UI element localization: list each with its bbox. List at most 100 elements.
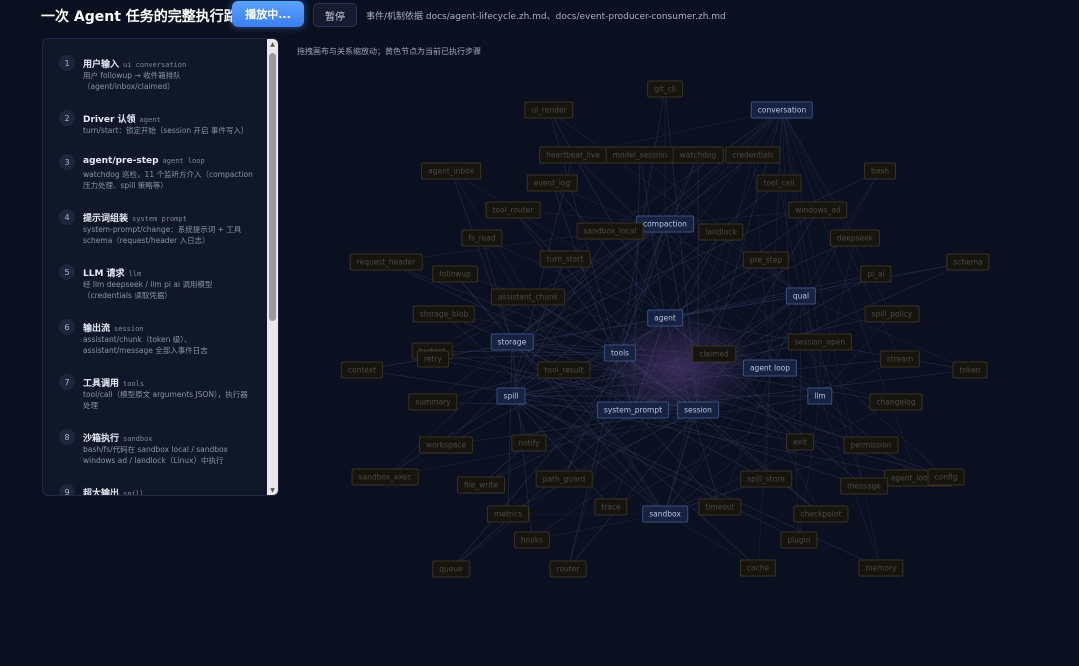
graph-node[interactable]: landlock [698,223,744,241]
graph-node[interactable]: system_prompt [596,401,670,419]
graph-node[interactable]: ui_render [524,101,574,119]
graph-node[interactable]: stream [879,350,921,368]
top-bar: 一次 Agent 任务的完整执行路径 播放中... 暂停 事件/机制依据 doc… [0,0,1079,32]
step-title-text: Driver 认领 [83,115,136,125]
step-title-text: 超大输出 [83,489,120,495]
graph-node[interactable]: git_cli [647,80,683,98]
graph-edge [632,154,641,411]
graph-node[interactable]: deepseek [829,229,881,247]
graph-node[interactable]: llm [807,387,833,405]
graph-node[interactable]: storage_blob [412,305,476,323]
step-tag: sandbox [123,435,153,443]
graph-node[interactable]: model_session [605,146,675,164]
step-description: tool/call（模型原文 arguments JSON），执行器处理 [83,390,248,410]
graph-node[interactable]: request_header [349,253,423,271]
graph-node[interactable]: storage [490,333,534,351]
graph-node[interactable]: message [840,477,888,495]
step-description: bash/fs/代码在 sandbox local / sandbox wind… [83,445,228,465]
graph-node[interactable]: conversation [750,101,814,119]
graph-node[interactable]: pi_ai [860,265,892,283]
scroll-down-icon[interactable]: ▼ [267,485,278,495]
graph-node[interactable]: qual [785,287,817,305]
step-tag: session [114,325,144,333]
step-tag: ui conversation [123,61,187,69]
graph-node[interactable]: sandbox [642,505,688,523]
graph-node[interactable]: bash [863,162,897,180]
graph-edge [563,367,771,371]
graph-node[interactable]: retry [417,350,449,368]
step-number: 5 [59,264,75,280]
step-number: 6 [59,319,75,335]
graph-node[interactable]: compaction [636,215,694,233]
graph-node[interactable]: timeout [698,498,742,516]
graph-node[interactable]: metrics [486,505,530,523]
play-button[interactable]: 播放中... [232,1,304,27]
graph-node[interactable]: queue [432,560,470,578]
graph-node[interactable]: memory [858,559,904,577]
step-description: 经 llm deepseek / llm pi ai 调用模型（credenti… [83,280,213,300]
graph-node[interactable]: changelog [869,393,923,411]
graph-node[interactable]: notify [511,434,547,452]
graph-node[interactable]: heartbeat_live [539,146,607,164]
graph-node[interactable]: hooks [513,531,551,549]
step-title: 输出流 session [83,321,144,334]
graph-node[interactable]: path_guard [535,470,593,488]
graph-node[interactable]: summary [408,393,458,411]
graph-node[interactable]: watchdog [672,146,724,164]
graph-node[interactable]: permission [843,436,899,454]
graph-node[interactable]: workspace [418,436,474,454]
graph-node[interactable]: claimed [692,345,736,363]
graph-node[interactable]: tool_router [485,201,541,219]
graph-node[interactable]: followup [432,265,478,283]
graph-node[interactable]: assistant_chunk [490,288,566,306]
pause-button[interactable]: 暂停 [313,3,357,27]
graph-node[interactable]: spill_store [740,470,792,488]
scroll-thumb[interactable] [269,53,276,321]
graph-node[interactable]: cache [739,559,777,577]
graph-node[interactable]: config [927,468,965,486]
graph-node[interactable]: tool_result [537,361,591,379]
graph-node[interactable]: exit [786,433,814,451]
step-number: 2 [59,110,75,126]
step-title: Driver 认领 agent [83,112,161,125]
graph-node[interactable]: spill [496,387,526,405]
graph-node[interactable]: agent [647,309,683,327]
step-title: 工具调用 tools [83,376,144,389]
graph-node[interactable]: router [549,560,587,578]
graph-node[interactable]: pre_step [742,251,790,269]
graph-node[interactable]: schema [946,253,990,271]
scroll-up-icon[interactable]: ▲ [267,39,278,49]
graph-node[interactable]: windows_ad [788,201,848,219]
graph-node[interactable]: sandbox_exec [351,468,419,486]
graph-node[interactable]: sandbox_local [576,222,644,240]
dependency-graph[interactable]: 拖拽画布与关系缩放动；黄色节点为当前已执行步骤 agent tools storag… [288,38,1044,666]
graph-node[interactable]: file_write [456,476,506,494]
graph-node[interactable]: checkpoint [793,505,849,523]
graph-node[interactable]: token [952,361,988,379]
graph-node[interactable]: agent_inbox [421,162,481,180]
graph-node[interactable]: fs_read [461,229,503,247]
step-tag: spill [123,490,145,495]
graph-node[interactable]: agent loop [742,359,798,377]
graph-node[interactable]: context [340,361,384,379]
graph-edge [567,352,621,570]
steps-list[interactable]: 1 用户输入 ui conversation 用户 followup → 收件箱排队（… [43,39,265,495]
step-title-text: 用户输入 [83,60,120,70]
graph-edge [431,350,621,354]
graph-node[interactable]: event_log [526,174,578,192]
step-title: agent/pre-step agent loop [83,156,205,166]
graph-node[interactable]: spill_policy [864,305,920,323]
graph-edge [799,295,802,443]
graph-node[interactable]: turn_start [539,250,591,268]
graph-node[interactable]: tools [603,344,637,362]
step-tag: llm [128,270,142,278]
graph-node[interactable]: session [677,401,719,419]
graph-edge [632,259,767,411]
graph-node[interactable]: plugin [780,531,818,549]
graph-node[interactable]: session_open [787,333,853,351]
graph-node[interactable]: trace [594,498,628,516]
graph-node[interactable]: credentials [725,146,781,164]
step-title-text: 提示词组装 [83,214,129,224]
graph-node[interactable]: tool_call [756,174,802,192]
steps-scrollbar[interactable]: ▲ ▼ [267,39,278,495]
